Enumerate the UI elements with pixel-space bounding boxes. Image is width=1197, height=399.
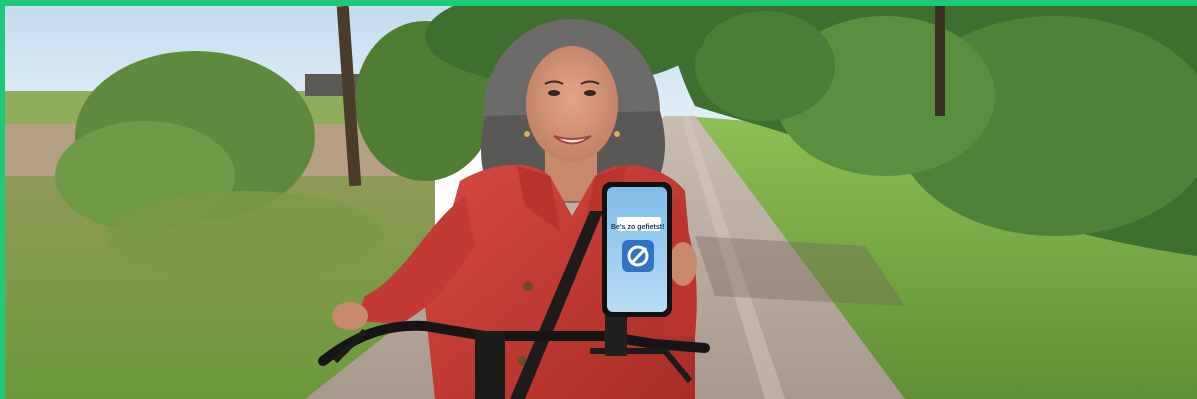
right-hand <box>669 242 697 286</box>
right-tree-trunk <box>935 6 945 116</box>
bike-stem <box>475 331 505 399</box>
photo-illustration <box>5 6 1197 399</box>
left-earring <box>524 131 530 137</box>
right-earring <box>614 131 620 137</box>
left-eye <box>548 90 560 96</box>
face <box>526 46 618 162</box>
phone-mount <box>605 311 627 356</box>
left-hand <box>332 302 368 330</box>
phone-app-caption: Be's zo gefietst! <box>611 224 665 231</box>
right-eye <box>584 90 596 96</box>
tall-grass <box>105 191 385 281</box>
photo-frame: Be's zo gefietst! <box>0 0 1197 399</box>
photo-scene: Be's zo gefietst! <box>5 6 1197 399</box>
right-foliage-3 <box>695 11 835 121</box>
jacket-button <box>523 281 533 291</box>
